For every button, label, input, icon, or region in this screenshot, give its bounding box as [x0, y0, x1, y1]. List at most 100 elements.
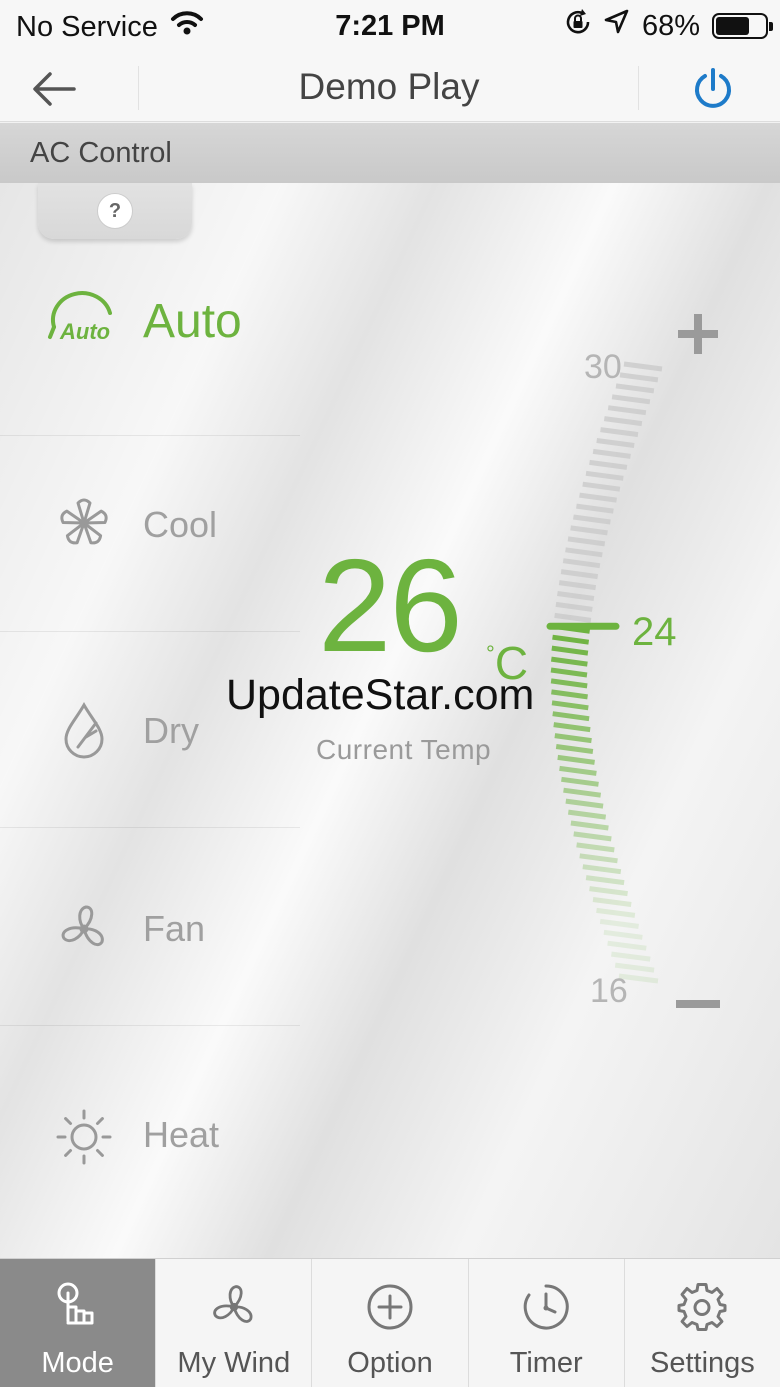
gauge-tick [582, 481, 621, 492]
gauge-tick [585, 875, 625, 886]
gauge-tick [600, 427, 639, 438]
section-title: AC Control [30, 137, 172, 169]
help-icon: ? [97, 193, 133, 229]
minus-icon [676, 1000, 720, 1008]
tab-option[interactable]: Option [312, 1259, 469, 1387]
mode-label-auto: Auto [143, 295, 242, 348]
fan-icon [204, 1277, 264, 1337]
gauge-tick [592, 448, 631, 459]
mode-item-cool[interactable]: Cool [0, 436, 300, 632]
gear-icon [672, 1277, 732, 1337]
power-button[interactable] [680, 64, 746, 114]
scale-min-label: 16 [590, 972, 628, 1010]
orientation-lock-icon [564, 8, 592, 44]
gauge-tick [560, 569, 599, 580]
nav-separator [638, 66, 639, 110]
drop-icon [44, 694, 124, 764]
gauge-tick [554, 612, 592, 623]
fan-icon [44, 894, 124, 964]
gauge-tick [607, 405, 647, 416]
tab-label-option: Option [347, 1347, 433, 1379]
gauge-tick [570, 525, 608, 536]
status-bar: No Service 7:21 PM 68% [0, 0, 780, 54]
nav-separator [138, 66, 139, 110]
help-tab[interactable]: ? [38, 183, 192, 239]
gauge-tick [573, 514, 611, 525]
gauge-tick [589, 886, 628, 897]
gauge-tick [550, 678, 588, 689]
gauge-tick [550, 667, 588, 678]
mode-item-fan[interactable]: Fan [0, 828, 300, 1026]
gauge-tick [559, 765, 597, 776]
mode-label-dry: Dry [143, 710, 199, 751]
temp-decrease-button[interactable] [672, 992, 724, 1022]
gauge-tick [579, 492, 617, 503]
tab-mode[interactable]: Mode [0, 1259, 157, 1387]
timer-icon [516, 1277, 576, 1337]
gauge-tick [551, 700, 589, 711]
auto-icon: Auto [44, 284, 124, 354]
gauge-tick [555, 744, 594, 754]
gauge-tick [592, 897, 632, 907]
gauge-tick [558, 580, 597, 591]
gauge-tick [570, 820, 609, 831]
gauge-tick [552, 634, 590, 645]
carrier-text: No Service [16, 10, 158, 43]
plus-icon [678, 314, 718, 354]
tab-label-settings: Settings [650, 1347, 755, 1379]
sun-icon [44, 1102, 124, 1172]
plus-circle-icon [360, 1277, 420, 1337]
gauge-tick [565, 798, 604, 809]
gauge-tick [573, 831, 612, 842]
gauge-tick [562, 558, 601, 569]
gauge-tick [614, 962, 655, 973]
snowflake-icon [44, 488, 124, 558]
mode-item-heat[interactable]: Heat [0, 1026, 300, 1258]
gauge-tick [596, 907, 636, 918]
gauge-tick [557, 754, 595, 765]
gauge-tick [596, 438, 635, 448]
battery-icon [712, 13, 773, 39]
gauge-tick [599, 918, 639, 929]
temp-increase-button[interactable] [672, 308, 724, 360]
back-button[interactable] [30, 64, 110, 114]
location-icon [604, 9, 630, 43]
tab-label-timer: Timer [509, 1347, 583, 1379]
gauge-tick [550, 656, 588, 667]
mode-label-heat: Heat [143, 1114, 220, 1155]
gauge-tick [611, 951, 651, 962]
mode-label-cool: Cool [143, 504, 218, 545]
section-header: AC Control [0, 123, 780, 183]
gauge-tick [551, 689, 588, 700]
gauge-tick [561, 776, 599, 787]
tab-timer[interactable]: Timer [469, 1259, 625, 1387]
tab-my-wind[interactable]: My Wind [156, 1259, 313, 1387]
gauge-tick [554, 733, 592, 744]
gauge-tick [585, 470, 624, 481]
current-temp-value: 26 [318, 532, 463, 679]
gauge-tick [557, 591, 595, 601]
battery-percent: 68% [641, 9, 700, 42]
mode-item-auto[interactable]: Auto Auto [0, 240, 300, 436]
back-arrow-icon [33, 72, 76, 106]
gauge-tick [563, 787, 602, 798]
gauge-tick [623, 361, 663, 372]
tab-bar: Mode My Wind Option Timer Settings [0, 1258, 780, 1387]
gauge-tick [603, 416, 643, 427]
mode-item-dry[interactable]: Dry [0, 632, 300, 828]
tab-label-mode: Mode [41, 1347, 114, 1379]
gauge-tick [567, 536, 606, 547]
current-temp-label: Current Temp [316, 734, 492, 765]
page-title: Demo Play [298, 66, 480, 107]
gauge-tick [619, 372, 659, 383]
gauge-tick [611, 394, 651, 405]
temperature-gauge[interactable] [540, 340, 700, 1000]
tab-settings[interactable]: Settings [625, 1259, 780, 1387]
scale-max-label: 30 [584, 348, 622, 386]
gauge-tick [576, 503, 614, 514]
gauge-tick [567, 809, 607, 820]
gauge-tick [551, 645, 589, 656]
wifi-icon [170, 10, 204, 44]
gauge-tick [603, 929, 643, 940]
setpoint-label: 24 [632, 610, 677, 654]
